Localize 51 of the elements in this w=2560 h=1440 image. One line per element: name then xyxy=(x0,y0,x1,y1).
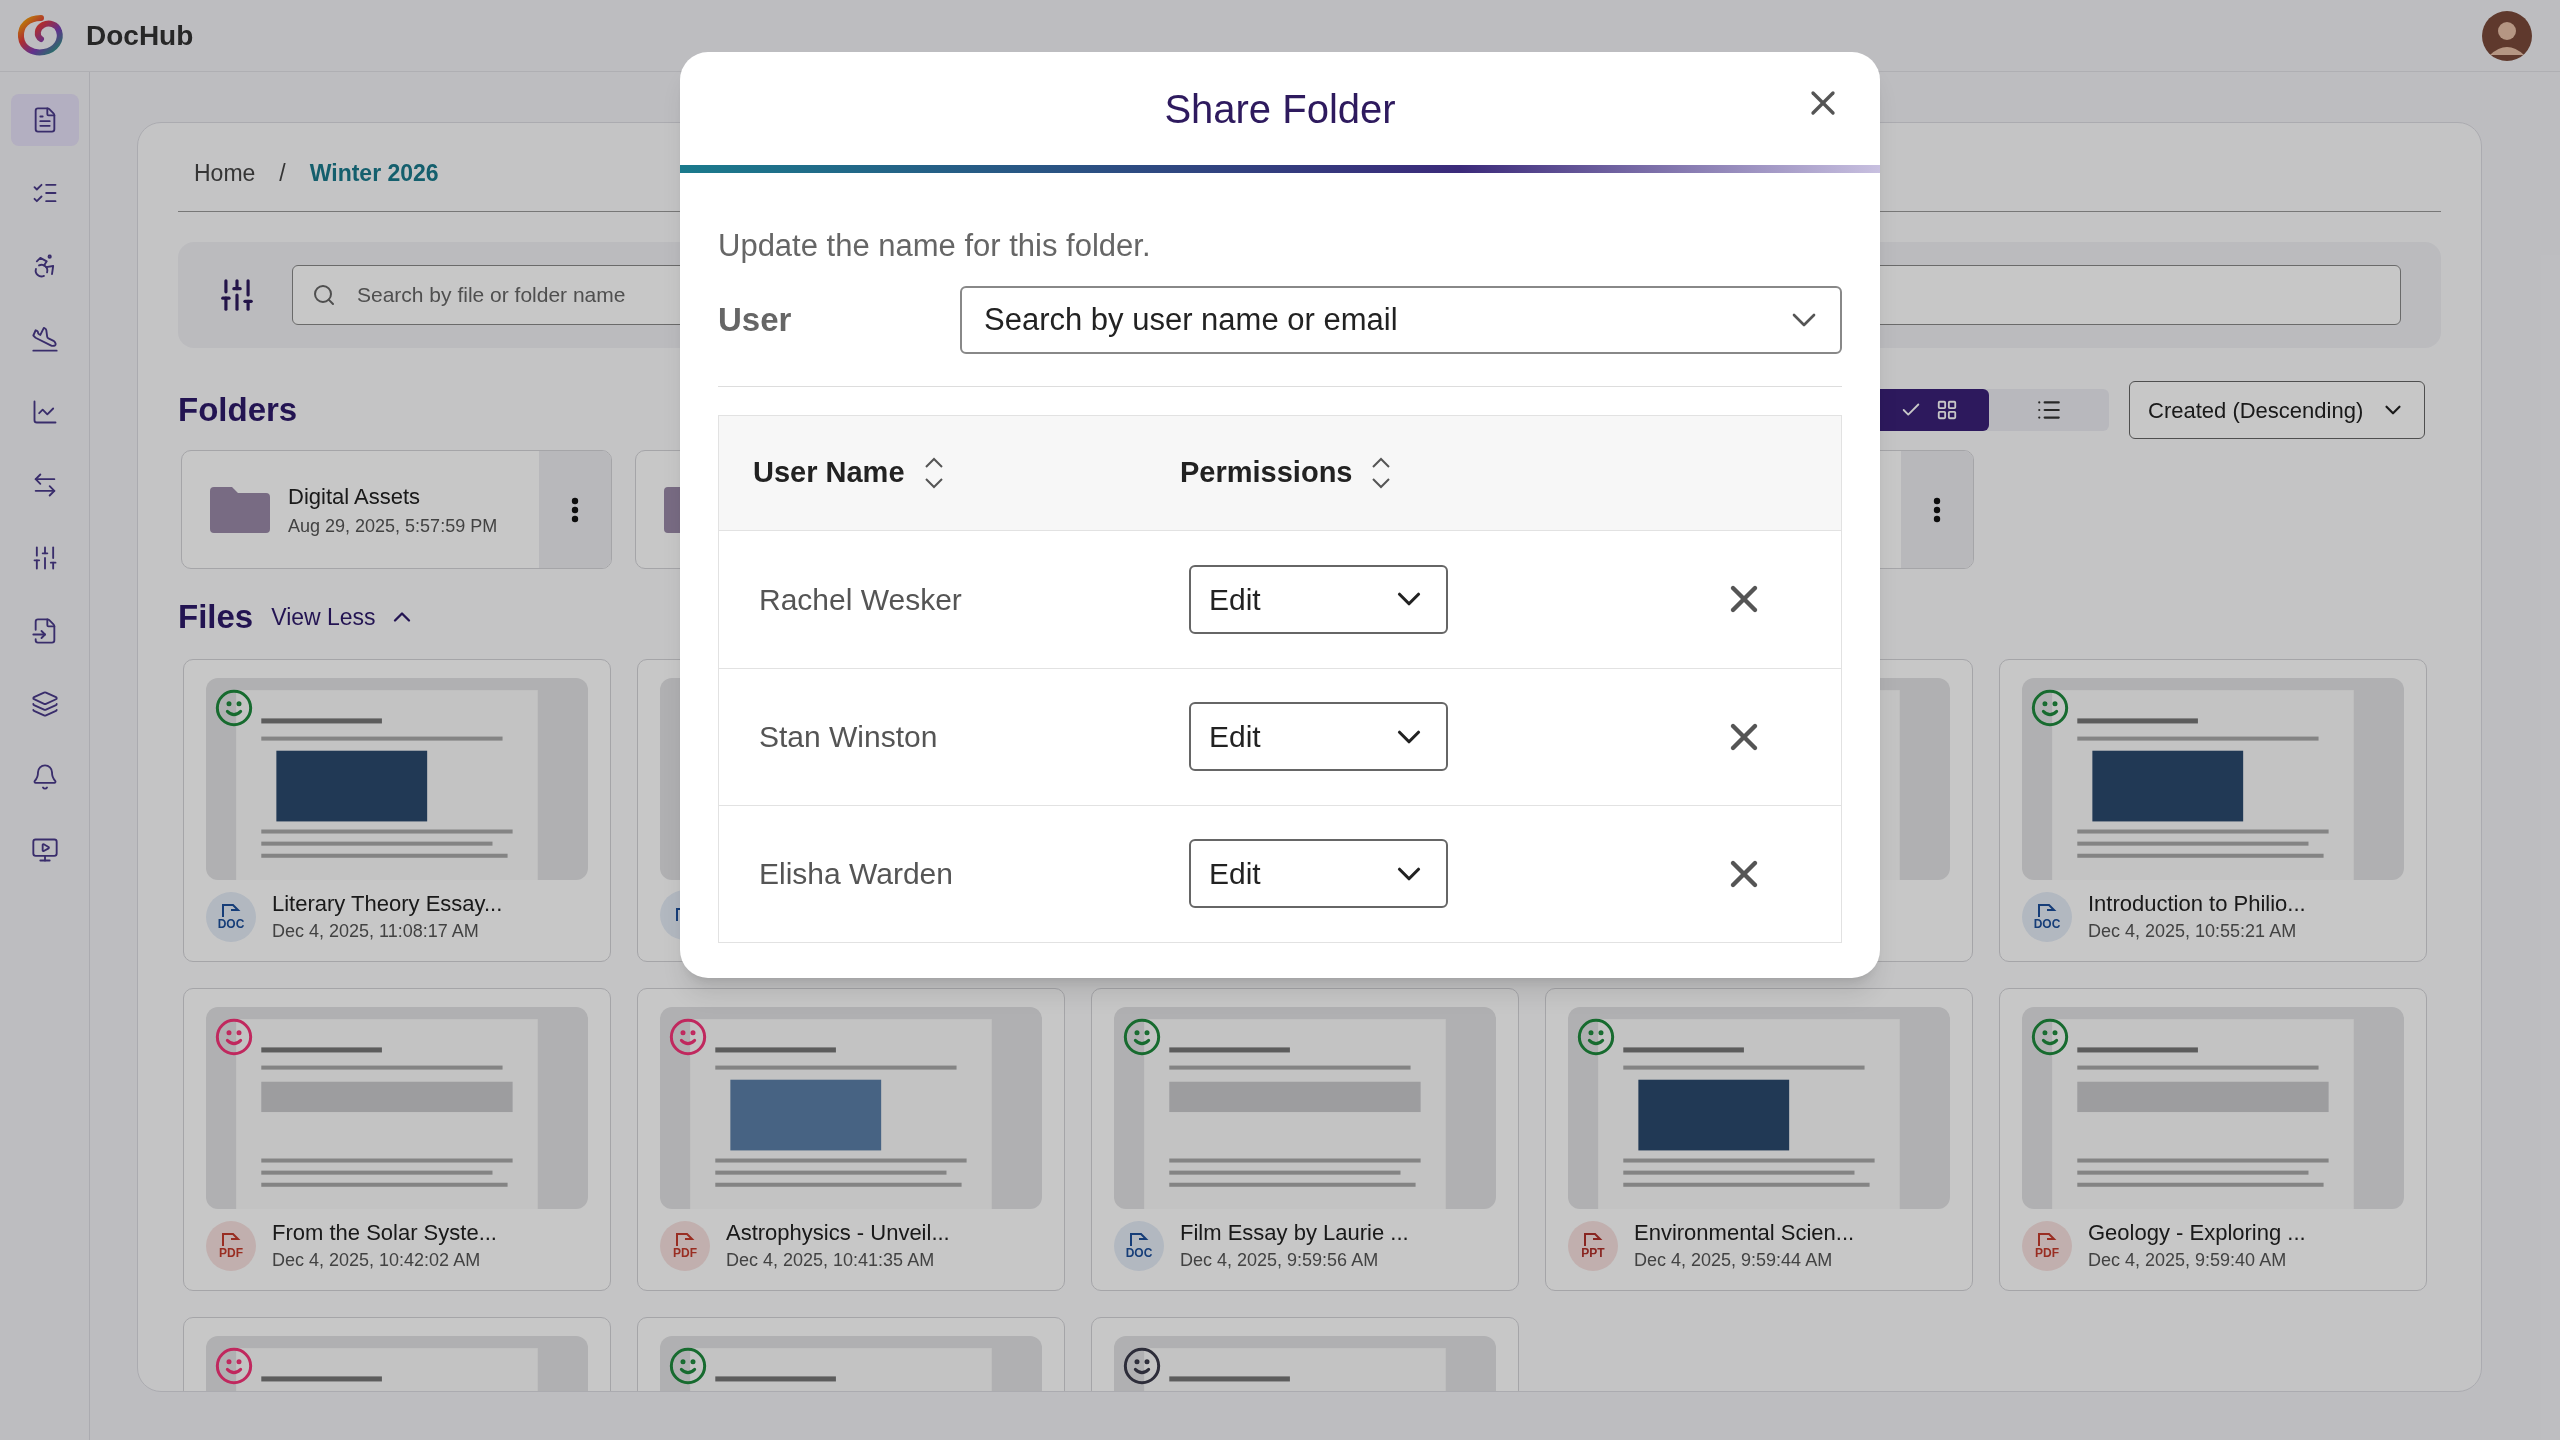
user-name: Stan Winston xyxy=(759,719,939,755)
view-less-button[interactable]: View Less xyxy=(271,599,416,635)
file-card[interactable]: PDF Astrophysics - Unveil... Dec 4, 2025, 10:41:35 AM xyxy=(637,988,1065,1291)
permission-select[interactable]: Edit xyxy=(1189,702,1448,771)
file-type-badge: DOC xyxy=(1114,1221,1164,1272)
user-select[interactable]: Search by user name or email xyxy=(960,285,1842,354)
folder-date: Aug 29, 2025, 5:57:59 PM xyxy=(288,514,499,538)
file-name: Film Essay by Laurie ... xyxy=(1180,1219,1409,1247)
file-name: Literary Theory Essay... xyxy=(272,890,503,918)
folder-name: Digital Assets xyxy=(288,482,422,511)
file-card[interactable]: PDF From the Solar Syste... Dec 4, 2025, 10:42:02 AM xyxy=(183,988,611,1291)
user-label: User xyxy=(718,299,793,340)
file-name: From the Solar Syste... xyxy=(272,1219,497,1247)
sort-dropdown[interactable]: Created (Descending) xyxy=(2129,381,2425,439)
file-type-badge: PDF xyxy=(660,1221,710,1272)
user-name: Elisha Warden xyxy=(759,856,954,892)
dialog-message: Update the name for this folder. xyxy=(718,227,1152,265)
file-card[interactable]: PDF Geology - Exploring ... Dec 4, 2025, 9:59:40 AM xyxy=(1999,988,2427,1291)
file-date: Dec 4, 2025, 9:59:56 AM xyxy=(1180,1248,1380,1272)
file-date: Dec 4, 2025, 11:08:17 AM xyxy=(272,919,480,943)
permission-select[interactable]: Edit xyxy=(1189,839,1448,908)
folder-card[interactable]: Digital Assets Aug 29, 2025, 5:57:59 PM xyxy=(181,450,612,569)
file-type-badge: PDF xyxy=(206,1221,256,1272)
file-card[interactable]: PPT Environmental Scien... Dec 4, 2025, 9:59:44 AM xyxy=(1545,988,1973,1291)
file-date: Dec 4, 2025, 10:55:21 AM xyxy=(2088,919,2298,943)
file-date: Dec 4, 2025, 10:41:35 AM xyxy=(726,1248,936,1272)
breadcrumb-link[interactable]: Home xyxy=(194,155,256,191)
file-card[interactable]: DOC Film Essay by Laurie ... Dec 4, 2025, 9:59:56 AM xyxy=(1091,988,1519,1291)
file-name: Geology - Exploring ... xyxy=(2088,1219,2306,1247)
column-header[interactable]: Permissions xyxy=(1180,450,1393,495)
file-name: Introduction to Philio... xyxy=(2088,890,2306,918)
file-type-badge: PDF xyxy=(2022,1221,2072,1272)
file-card[interactable]: DOC Literary Theory Essay... Dec 4, 2025, 11:08:17 AM xyxy=(183,659,611,962)
file-date: Dec 4, 2025, 10:42:02 AM xyxy=(272,1248,482,1272)
section-heading: Folders xyxy=(178,390,298,431)
section-heading: Files xyxy=(178,597,254,638)
file-card[interactable]: DOC Introduction to Philio... Dec 4, 2025, 10:55:21 AM xyxy=(1999,659,2427,962)
file-type-badge: PPT xyxy=(1568,1221,1618,1272)
file-date: Dec 4, 2025, 9:59:44 AM xyxy=(1634,1248,1834,1272)
file-type-badge: DOC xyxy=(206,892,256,943)
permission-select[interactable]: Edit xyxy=(1189,564,1448,634)
file-name: Environmental Scien... xyxy=(1634,1219,1855,1247)
file-type-badge: DOC xyxy=(2022,892,2072,943)
app-name: DocHub xyxy=(86,18,194,53)
file-date: Dec 4, 2025, 9:59:40 AM xyxy=(2088,1248,2288,1272)
user-name: Rachel Wesker xyxy=(759,581,963,618)
column-header[interactable]: User Name xyxy=(753,450,945,495)
file-name: Astrophysics - Unveil... xyxy=(726,1219,950,1247)
breadcrumb-separator: / xyxy=(279,158,286,188)
dialog-title: Share Folder xyxy=(1164,85,1396,133)
breadcrumb-link[interactable]: Winter 2026 xyxy=(309,155,439,191)
